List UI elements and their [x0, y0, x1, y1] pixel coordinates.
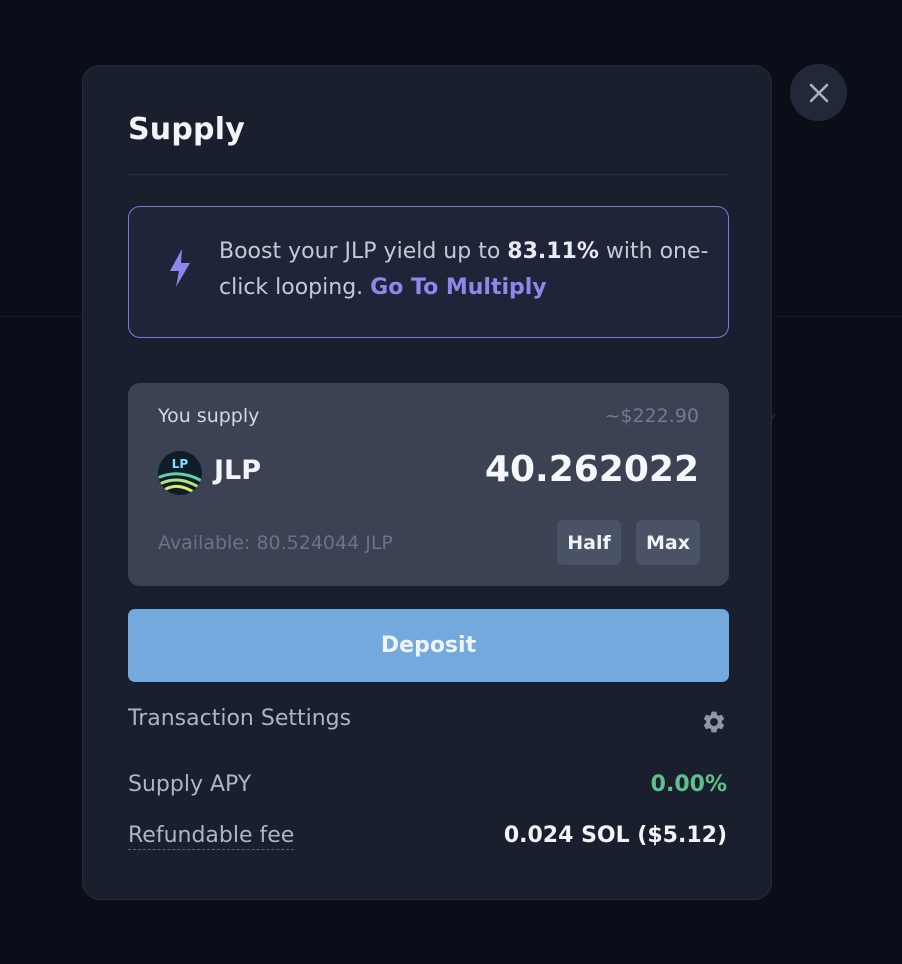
- refundable-fee-value: 0.024 SOL ($5.12): [503, 823, 727, 848]
- you-supply-label: You supply: [158, 405, 260, 427]
- lightning-icon: [170, 249, 190, 287]
- token-symbol[interactable]: JLP: [214, 455, 261, 486]
- available-balance: Available: 80.524044 JLP: [158, 532, 393, 554]
- supply-modal: Supply Boost your JLP yield up to 83.11%…: [82, 65, 772, 900]
- multiply-promo-banner: Boost your JLP yield up to 83.11% with o…: [128, 206, 729, 338]
- promo-text-before: Boost your JLP yield up to: [219, 239, 508, 264]
- supply-apy-value: 0.00%: [650, 772, 727, 797]
- transaction-settings-label[interactable]: Transaction Settings: [128, 706, 351, 731]
- gear-icon[interactable]: [701, 709, 727, 735]
- supply-usd-value: ~$222.90: [604, 405, 700, 427]
- half-button[interactable]: Half: [557, 520, 621, 565]
- max-button[interactable]: Max: [636, 520, 700, 565]
- close-button[interactable]: [790, 64, 847, 121]
- jlp-token-logo[interactable]: LP: [158, 451, 202, 495]
- promo-message: Boost your JLP yield up to 83.11% with o…: [219, 234, 709, 306]
- token-logo-text: LP: [172, 457, 189, 471]
- deposit-button[interactable]: Deposit: [128, 609, 729, 682]
- modal-title: Supply: [128, 112, 245, 147]
- supply-amount-input[interactable]: [399, 449, 699, 490]
- supply-amount-card: You supply ~$222.90 LP JLP Available: 80…: [128, 383, 729, 586]
- close-icon: [809, 83, 828, 102]
- promo-apy-highlight: 83.11%: [507, 239, 599, 264]
- supply-apy-label: Supply APY: [128, 772, 252, 797]
- title-divider: [128, 174, 729, 175]
- go-to-multiply-link[interactable]: Go To Multiply: [370, 275, 546, 300]
- refundable-fee-label[interactable]: Refundable fee: [128, 823, 295, 850]
